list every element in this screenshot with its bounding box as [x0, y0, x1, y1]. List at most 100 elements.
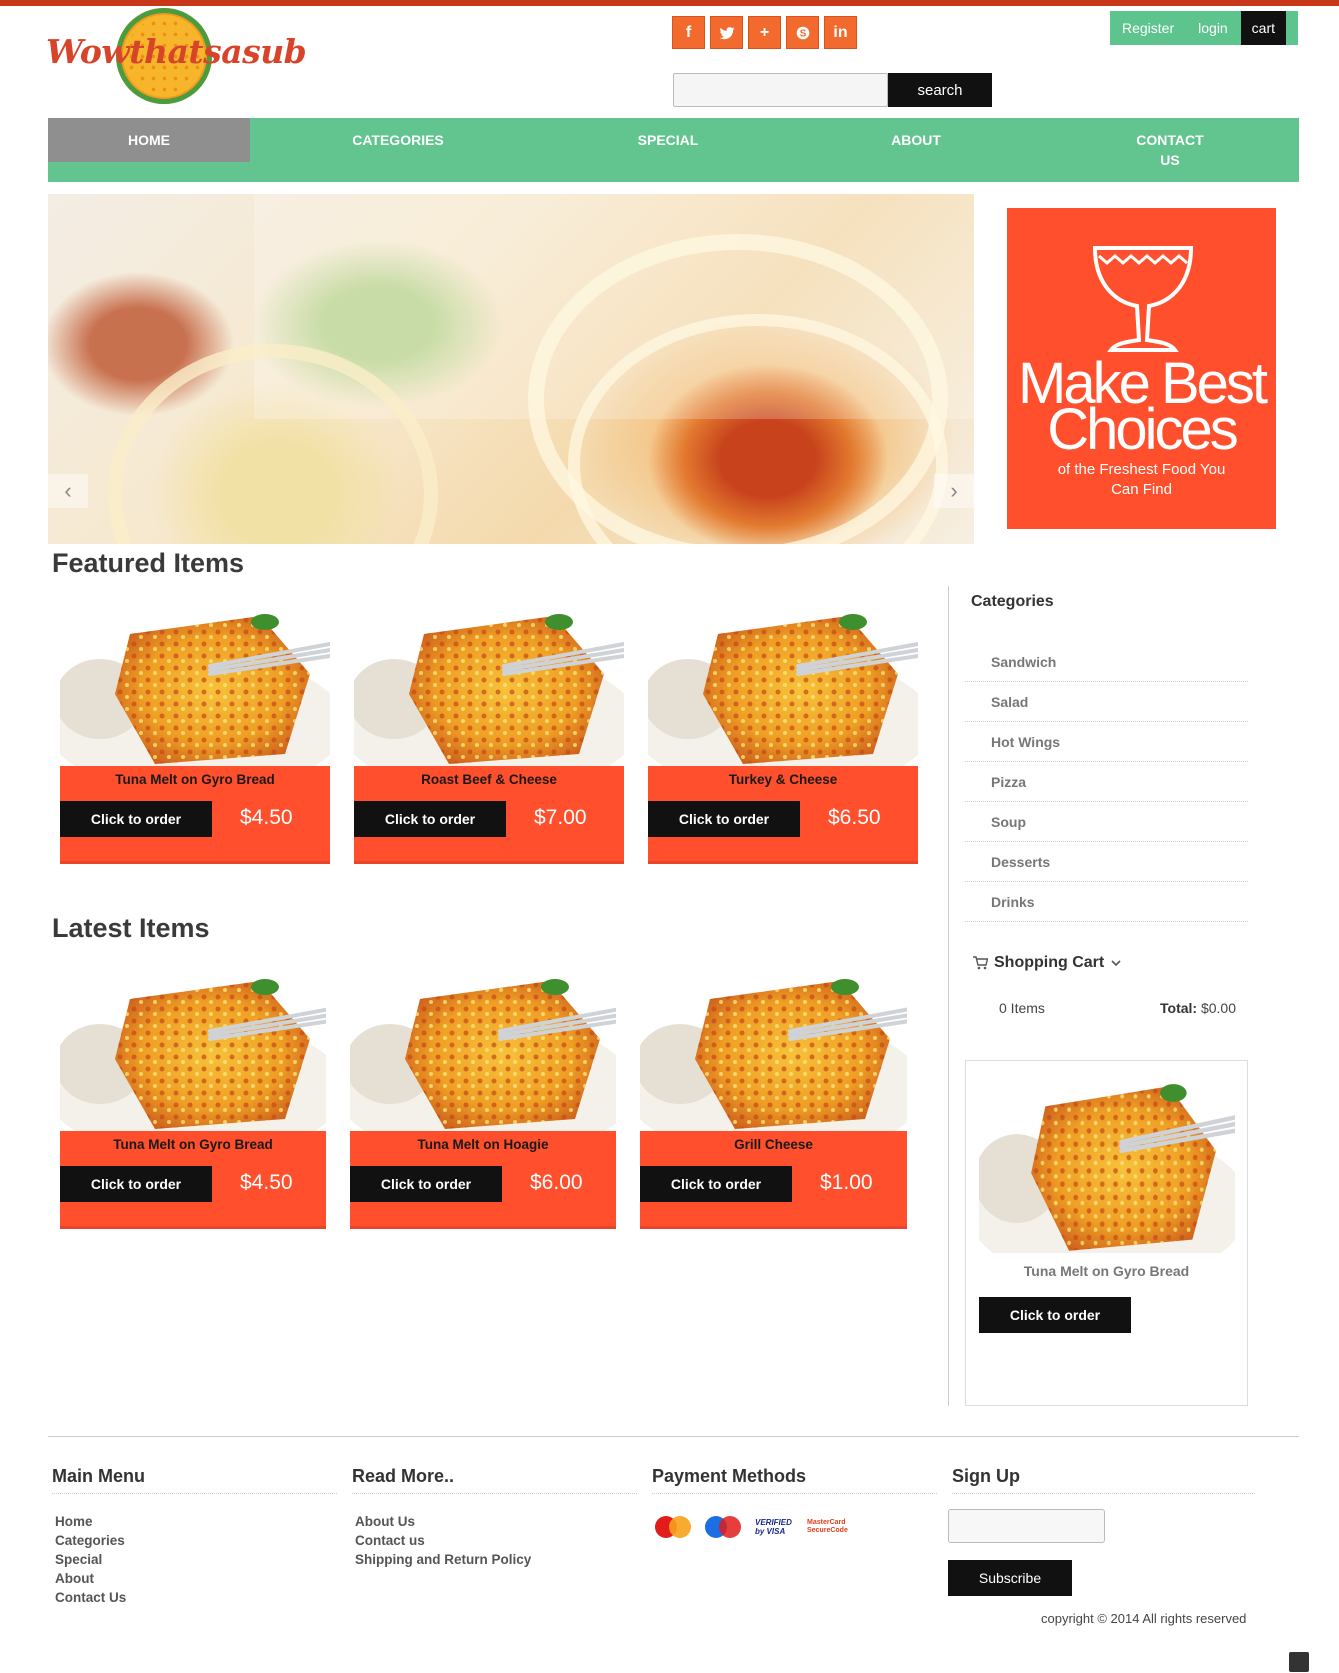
- latest-title: Latest Items: [52, 913, 210, 943]
- nav-contact-us[interactable]: CONTACT US: [1120, 118, 1220, 170]
- footer-link-categories[interactable]: Categories: [52, 1531, 337, 1550]
- footer-link-special[interactable]: Special: [52, 1550, 337, 1569]
- food-image[interactable]: [60, 604, 330, 766]
- category-item-hot-wings[interactable]: Hot Wings: [965, 722, 1248, 762]
- sidebar-product-card: Tuna Melt on Gyro Bread Click to order: [965, 1060, 1248, 1406]
- category-list: Sandwich Salad Hot Wings Pizza Soup Dess…: [965, 642, 1248, 922]
- featured-card: Turkey & Cheese Click to order $6.50: [648, 604, 918, 864]
- category-item-drinks[interactable]: Drinks: [965, 882, 1248, 922]
- top-accent-bar: [0, 0, 1339, 6]
- footer-link-about-us[interactable]: About Us: [352, 1512, 637, 1531]
- card-footer: Tuna Melt on Gyro Bread Click to order $…: [60, 1131, 326, 1229]
- card-footer: Tuna Melt on Gyro Bread Click to order $…: [60, 766, 330, 864]
- linkedin-icon[interactable]: in: [824, 16, 857, 49]
- cart-link[interactable]: cart: [1240, 11, 1286, 45]
- item-price: $6.00: [530, 1171, 583, 1194]
- twitter-icon[interactable]: [710, 16, 743, 49]
- logo-text: Wowthatsasub: [46, 32, 307, 71]
- food-image[interactable]: [354, 604, 624, 766]
- latest-card: Tuna Melt on Hoagie Click to order $6.00: [350, 969, 616, 1229]
- footer-link-contact-us-2[interactable]: Contact us: [352, 1531, 637, 1550]
- category-item-pizza[interactable]: Pizza: [965, 762, 1248, 802]
- footer-sign-up: Sign Up: [952, 1466, 1255, 1494]
- main-nav: HOME CATEGORIES SPECIAL ABOUT CONTACT US: [48, 118, 1299, 182]
- footer-main-menu-title: Main Menu: [52, 1466, 337, 1494]
- category-item-desserts[interactable]: Desserts: [965, 842, 1248, 882]
- food-image[interactable]: [350, 969, 616, 1131]
- click-to-order-button[interactable]: Click to order: [648, 801, 800, 837]
- sidebar-divider: [948, 586, 949, 1406]
- subscribe-button[interactable]: Subscribe: [948, 1560, 1072, 1596]
- click-to-order-button[interactable]: Click to order: [640, 1166, 792, 1202]
- social-links: f + S in: [672, 16, 857, 49]
- item-name: Tuna Melt on Gyro Bread: [113, 1137, 273, 1152]
- click-to-order-button[interactable]: Click to order: [60, 1166, 212, 1202]
- nav-categories[interactable]: CATEGORIES: [312, 118, 484, 150]
- footer-link-shipping-policy[interactable]: Shipping and Return Policy: [352, 1550, 637, 1569]
- click-to-order-button[interactable]: Click to order: [60, 801, 212, 837]
- item-name: Roast Beef & Cheese: [421, 772, 557, 787]
- latest-card: Tuna Melt on Gyro Bread Click to order $…: [60, 969, 326, 1229]
- nav-contact-line1: CONTACT: [1136, 132, 1204, 148]
- mastercard-securecode-icon: MasterCard SecureCode: [807, 1519, 848, 1534]
- search-input[interactable]: [673, 73, 888, 107]
- verified-by-visa-icon: VERIFIED by VISA: [755, 1518, 792, 1536]
- register-link[interactable]: Register: [1110, 11, 1186, 45]
- search-button[interactable]: search: [888, 73, 992, 107]
- item-name: Tuna Melt on Gyro Bread: [115, 772, 275, 787]
- cart-total: Total: $0.00: [1160, 1000, 1236, 1016]
- footer-signup-title: Sign Up: [952, 1466, 1255, 1494]
- login-link[interactable]: login: [1186, 11, 1240, 45]
- footer-read-more-title: Read More..: [352, 1466, 637, 1494]
- shopping-cart-title: Shopping Cart: [994, 954, 1105, 971]
- footer-link-home[interactable]: Home: [52, 1512, 337, 1531]
- footer-divider: [48, 1436, 1299, 1437]
- click-to-order-button[interactable]: Click to order: [979, 1297, 1131, 1333]
- cart-item-count: 0 Items: [999, 1000, 1045, 1016]
- shopping-cart-toggle[interactable]: Shopping Cart: [972, 954, 1122, 972]
- google-plus-icon[interactable]: +: [748, 16, 781, 49]
- nav-home[interactable]: HOME: [48, 118, 250, 162]
- scroll-to-top-button[interactable]: [1289, 1652, 1309, 1672]
- site-logo[interactable]: Wowthatsasub: [46, 8, 307, 106]
- cart-total-value: $0.00: [1200, 1000, 1237, 1016]
- footer-link-contact-us[interactable]: Contact Us: [52, 1588, 337, 1607]
- click-to-order-button[interactable]: Click to order: [350, 1166, 502, 1202]
- nav-special[interactable]: SPECIAL: [608, 118, 728, 150]
- account-bar: Register login cart: [1110, 11, 1298, 45]
- card-footer: Turkey & Cheese Click to order $6.50: [648, 766, 918, 864]
- food-image[interactable]: [60, 969, 326, 1131]
- category-item-soup[interactable]: Soup: [965, 802, 1248, 842]
- item-price: $6.50: [828, 806, 881, 829]
- food-image[interactable]: [640, 969, 907, 1131]
- card-footer: Roast Beef & Cheese Click to order $7.00: [354, 766, 624, 864]
- slider-next-button[interactable]: ›: [934, 474, 974, 508]
- item-name: Turkey & Cheese: [728, 772, 838, 787]
- copyright-text: copyright © 2014 All rights reserved: [1041, 1611, 1247, 1626]
- category-item-salad[interactable]: Salad: [965, 682, 1248, 722]
- promo-subtitle: of the Freshest Food You Can Find: [1057, 461, 1226, 498]
- item-name: Tuna Melt on Gyro Bread: [1023, 1263, 1190, 1279]
- promo-title-line2: Choices: [1047, 397, 1239, 462]
- facebook-icon[interactable]: f: [672, 16, 705, 49]
- featured-card: Tuna Melt on Gyro Bread Click to order $…: [60, 604, 330, 864]
- hero-slider[interactable]: ‹ ›: [48, 194, 974, 544]
- category-item-sandwich[interactable]: Sandwich: [965, 642, 1248, 682]
- footer-payment-methods: Payment Methods VERIFIED by VISA MasterCa…: [652, 1466, 937, 1538]
- skype-icon[interactable]: S: [786, 16, 819, 49]
- item-name: Grill Cheese: [734, 1137, 813, 1152]
- latest-card: Grill Cheese Click to order $1.00: [640, 969, 907, 1229]
- item-price: $1.00: [820, 1171, 873, 1194]
- signup-email-input[interactable]: [948, 1509, 1105, 1543]
- nav-about[interactable]: ABOUT: [856, 118, 976, 150]
- food-image[interactable]: [648, 604, 918, 766]
- item-name: Tuna Melt on Hoagie: [417, 1137, 549, 1152]
- maestro-icon: [705, 1516, 743, 1538]
- footer-link-about[interactable]: About: [52, 1569, 337, 1588]
- slider-prev-button[interactable]: ‹: [48, 474, 88, 508]
- promo-banner[interactable]: Make Best Choices of the Freshest Food Y…: [1007, 208, 1276, 529]
- footer-read-more: Read More.. About Us Contact us Shipping…: [352, 1466, 637, 1569]
- cart-icon: [973, 956, 988, 970]
- food-image[interactable]: [979, 1073, 1235, 1253]
- click-to-order-button[interactable]: Click to order: [354, 801, 506, 837]
